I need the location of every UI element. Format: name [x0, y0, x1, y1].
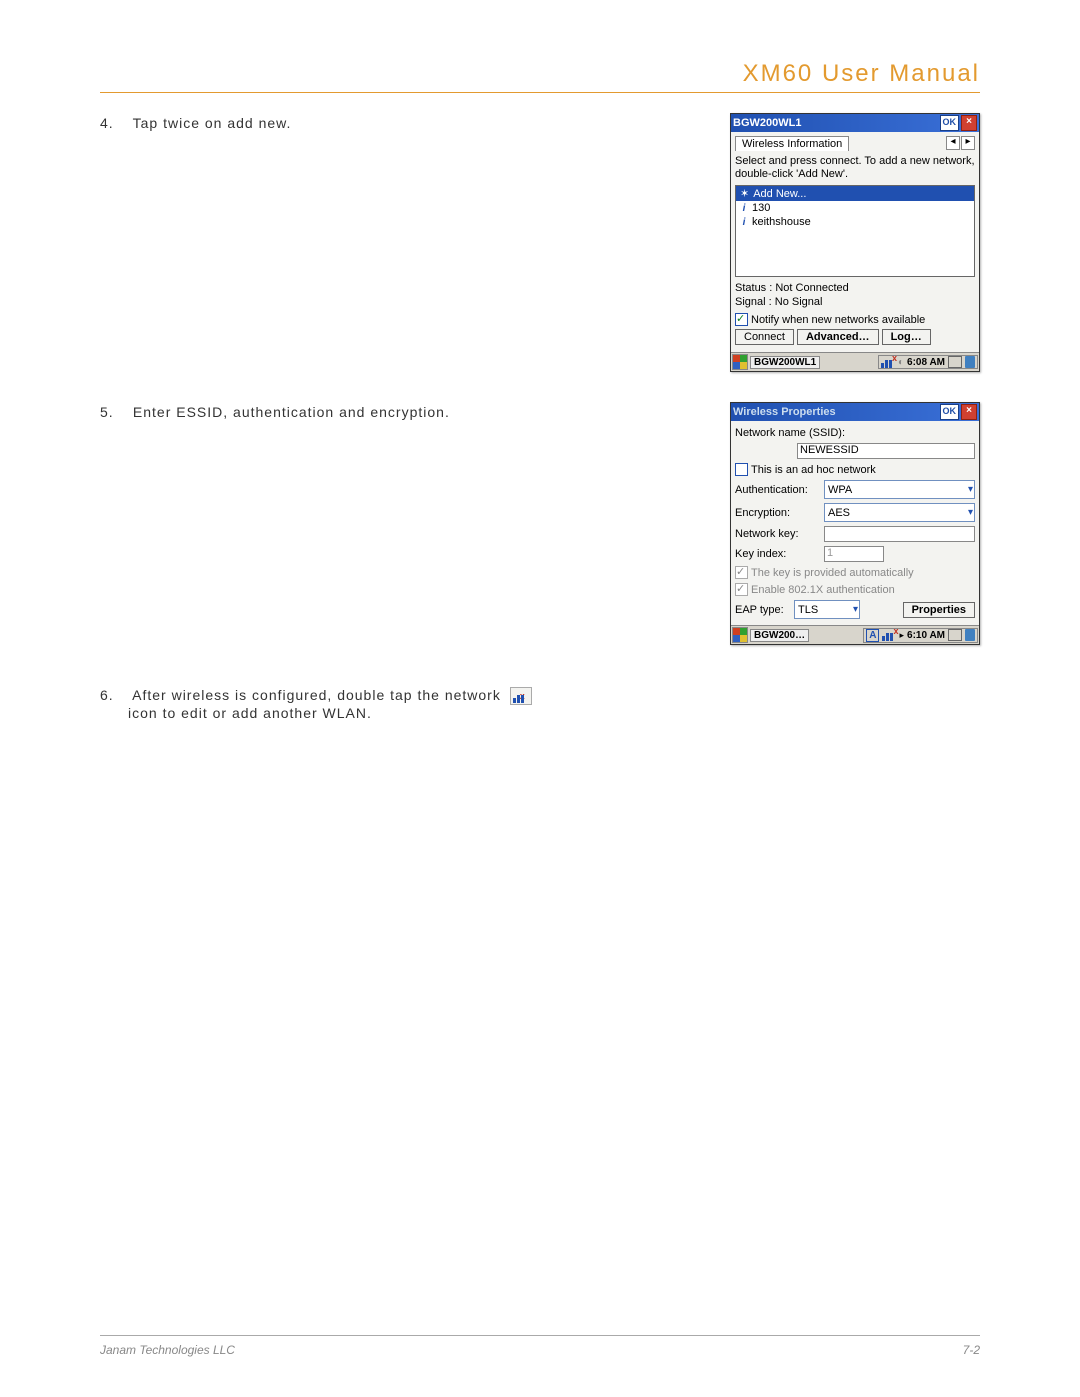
instruction-text: Select and press connect. To add a new n… — [735, 151, 975, 185]
chevron-down-icon: ▾ — [853, 604, 858, 615]
step-6-text: 6. After wireless is configured, double … — [100, 685, 980, 721]
signal-value: No Signal — [775, 296, 823, 308]
wireless-properties-dialog: Wireless Properties OK × Network name (S… — [730, 402, 980, 645]
adhoc-checkbox[interactable] — [735, 463, 748, 476]
key-index-input[interactable]: 1 — [824, 546, 884, 562]
log-button[interactable]: Log… — [882, 329, 931, 345]
tray-icon[interactable] — [965, 629, 975, 641]
key-index-label: Key index: — [735, 548, 820, 560]
authentication-select[interactable]: WPA▾ — [824, 480, 975, 499]
autokey-label: The key is provided automatically — [751, 567, 914, 579]
network-list[interactable]: ✶ Add New... i 130 i keithshouse — [735, 185, 975, 277]
ssid-label: Network name (SSID): — [735, 425, 975, 441]
clock: 6:10 AM — [907, 630, 945, 641]
tab-wireless-information[interactable]: Wireless Information — [735, 136, 849, 151]
network-icon: x — [510, 687, 532, 705]
step-5-number: 5. — [100, 404, 128, 420]
ok-button[interactable]: OK — [940, 115, 960, 131]
start-button-icon[interactable] — [732, 627, 748, 643]
info-icon: i — [740, 203, 748, 214]
footer-company: Janam Technologies LLC — [100, 1343, 235, 1357]
eap-type-select[interactable]: TLS▾ — [794, 600, 860, 619]
authentication-label: Authentication: — [735, 484, 820, 496]
notify-label: Notify when new networks available — [751, 314, 925, 326]
close-button[interactable]: × — [961, 115, 977, 131]
dot1x-label: Enable 802.1X authentication — [751, 584, 895, 596]
network-tray-icon[interactable]: x — [882, 629, 896, 641]
step-5-body: Enter ESSID, authentication and encrypti… — [133, 404, 450, 420]
footer-page-number: 7-2 — [963, 1343, 980, 1357]
dialog2-title: Wireless Properties — [733, 406, 836, 418]
status-value: Not Connected — [775, 282, 848, 294]
connect-button[interactable]: Connect — [735, 329, 794, 345]
tray-arrow-icon[interactable]: ▸ — [899, 630, 904, 641]
network-key-label: Network key: — [735, 528, 820, 540]
start-button-icon[interactable] — [732, 354, 748, 370]
sip-icon[interactable] — [948, 629, 962, 641]
notify-checkbox[interactable] — [735, 313, 748, 326]
volume-icon[interactable]: ◐ — [898, 357, 904, 368]
list-item-add-new[interactable]: ✶ Add New... — [736, 186, 974, 201]
step-5-text: 5. Enter ESSID, authentication and encry… — [100, 402, 710, 420]
tab-scroll-nav[interactable]: ◂▸ — [945, 136, 975, 150]
step-6-number: 6. — [100, 687, 128, 703]
clock: 6:08 AM — [907, 357, 945, 368]
encryption-select[interactable]: AES▾ — [824, 503, 975, 522]
advanced-button[interactable]: Advanced… — [797, 329, 879, 345]
chevron-down-icon: ▾ — [968, 484, 973, 495]
sip-icon[interactable] — [948, 356, 962, 368]
properties-button[interactable]: Properties — [903, 602, 975, 618]
network-tray-icon[interactable]: x — [881, 356, 895, 368]
ssid-input[interactable]: NEWESSID — [797, 443, 975, 459]
ime-indicator[interactable]: A — [866, 629, 879, 642]
close-button[interactable]: × — [961, 404, 977, 420]
step-4-body: Tap twice on add new. — [133, 115, 292, 131]
signal-label: Signal : — [735, 296, 772, 308]
add-new-icon: ✶ — [740, 187, 749, 200]
dot1x-checkbox — [735, 583, 748, 596]
taskbar-task[interactable]: BGW200… — [750, 629, 809, 642]
info-icon: i — [740, 217, 748, 228]
list-item-network[interactable]: i 130 — [736, 201, 974, 215]
autokey-checkbox — [735, 566, 748, 579]
step-4-number: 4. — [100, 115, 128, 131]
status-label: Status : — [735, 282, 772, 294]
network-key-input[interactable] — [824, 526, 975, 542]
step-4-text: 4. Tap twice on add new. — [100, 113, 710, 131]
taskbar-task[interactable]: BGW200WL1 — [750, 356, 820, 369]
wireless-info-dialog: BGW200WL1 OK × Wireless Information ◂▸ S… — [730, 113, 980, 372]
chevron-down-icon: ▾ — [968, 507, 973, 518]
eap-type-label: EAP type: — [735, 604, 790, 616]
header-divider — [100, 92, 980, 93]
dialog1-title: BGW200WL1 — [733, 117, 801, 129]
page-header-title: XM60 User Manual — [100, 60, 980, 88]
step-6-line2: icon to edit or add another WLAN. — [100, 705, 372, 721]
ok-button[interactable]: OK — [940, 404, 960, 420]
adhoc-label: This is an ad hoc network — [751, 464, 876, 476]
step-6-line1: After wireless is configured, double tap… — [132, 687, 501, 703]
list-item-network[interactable]: i keithshouse — [736, 215, 974, 229]
tray-icon[interactable] — [965, 356, 975, 368]
encryption-label: Encryption: — [735, 507, 820, 519]
